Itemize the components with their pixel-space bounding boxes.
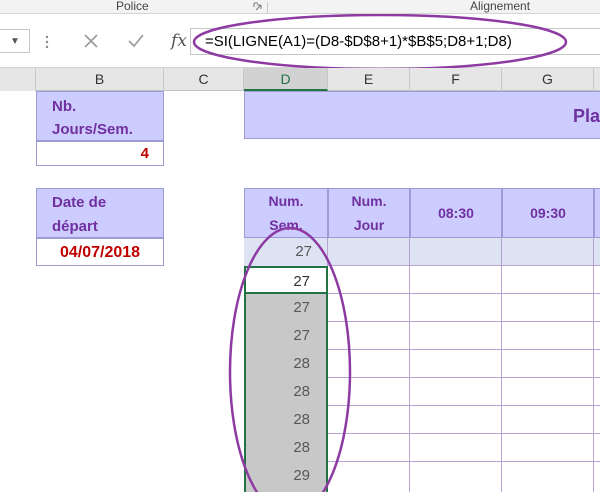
column-headers: B C D E F G xyxy=(0,68,600,91)
slot-cell[interactable] xyxy=(410,462,502,492)
slot-cell[interactable] xyxy=(502,322,594,350)
slot-cell[interactable] xyxy=(410,406,502,434)
week-numbers-highlight-ellipse xyxy=(228,226,352,492)
nb-jours-value-cell[interactable]: 4 xyxy=(36,141,164,166)
slot-cell[interactable] xyxy=(410,434,502,462)
dialog-launcher-icon[interactable] xyxy=(253,2,262,11)
cancel-button[interactable] xyxy=(78,28,104,54)
formula-bar: ▼ fx =SI(LIGNE(A1)=(D8-$D$8+1)*$B$5;D8+1… xyxy=(0,14,600,71)
column-header-d[interactable]: D xyxy=(244,68,328,91)
drag-handle-icon[interactable] xyxy=(44,34,50,50)
slot-cell[interactable] xyxy=(502,294,594,322)
header-next-time[interactable] xyxy=(594,188,600,238)
chevron-down-icon[interactable]: ▼ xyxy=(10,36,20,47)
column-header-h[interactable] xyxy=(594,68,600,91)
slot-cell[interactable] xyxy=(410,266,502,294)
nb-jours-label-line2: Jours/Sem. xyxy=(52,121,133,138)
planning-banner-title: Pla xyxy=(572,106,600,126)
slot-cell[interactable] xyxy=(410,378,502,406)
slot-cell[interactable] xyxy=(410,238,502,266)
column-header-g[interactable]: G xyxy=(502,68,594,91)
nb-jours-label-line1: Nb. xyxy=(52,98,77,115)
column-header-c[interactable]: C xyxy=(164,68,244,91)
x-icon xyxy=(84,34,98,48)
slot-cell[interactable] xyxy=(410,294,502,322)
ribbon-strip: Police Alignement xyxy=(0,0,600,14)
column-header-b[interactable]: B xyxy=(36,68,164,91)
slot-cell[interactable] xyxy=(502,350,594,378)
slot-cell[interactable] xyxy=(502,434,594,462)
formula-highlight-ellipse xyxy=(192,14,568,71)
slot-cell[interactable] xyxy=(502,462,594,492)
date-depart-label-line2: départ xyxy=(52,218,98,235)
header-time-0830[interactable]: 08:30 xyxy=(410,188,502,238)
header-num-jour-line1: Num. xyxy=(351,193,387,209)
insert-function-button[interactable]: fx xyxy=(166,28,192,54)
column-header-f[interactable]: F xyxy=(410,68,502,91)
header-time-0930[interactable]: 09:30 xyxy=(502,188,594,238)
slot-cell[interactable] xyxy=(502,266,594,294)
column-header-e[interactable]: E xyxy=(328,68,410,91)
planning-banner[interactable]: Pla xyxy=(244,91,600,139)
slot-cell[interactable] xyxy=(410,350,502,378)
slot-cell[interactable] xyxy=(502,238,594,266)
nb-jours-label-cell[interactable]: Nb. Jours/Sem. xyxy=(36,91,164,141)
header-num-sem-line1: Num. xyxy=(268,193,304,209)
ribbon-group-police: Police xyxy=(116,0,149,13)
slot-cell[interactable] xyxy=(502,406,594,434)
header-num-jour-line2: Jour xyxy=(353,217,385,233)
check-icon xyxy=(128,34,144,48)
column-header-a[interactable] xyxy=(0,68,36,91)
enter-button[interactable] xyxy=(122,28,150,54)
name-box[interactable]: ▼ xyxy=(0,29,30,53)
date-depart-value-cell[interactable]: 04/07/2018 xyxy=(36,238,164,266)
slot-cell[interactable] xyxy=(502,378,594,406)
ribbon-group-alignement: Alignement xyxy=(470,0,531,13)
date-depart-label-cell[interactable]: Date de départ xyxy=(36,188,164,238)
ribbon-separator xyxy=(267,2,268,13)
date-depart-label-line1: Date de xyxy=(52,194,107,211)
slot-cell[interactable] xyxy=(410,322,502,350)
